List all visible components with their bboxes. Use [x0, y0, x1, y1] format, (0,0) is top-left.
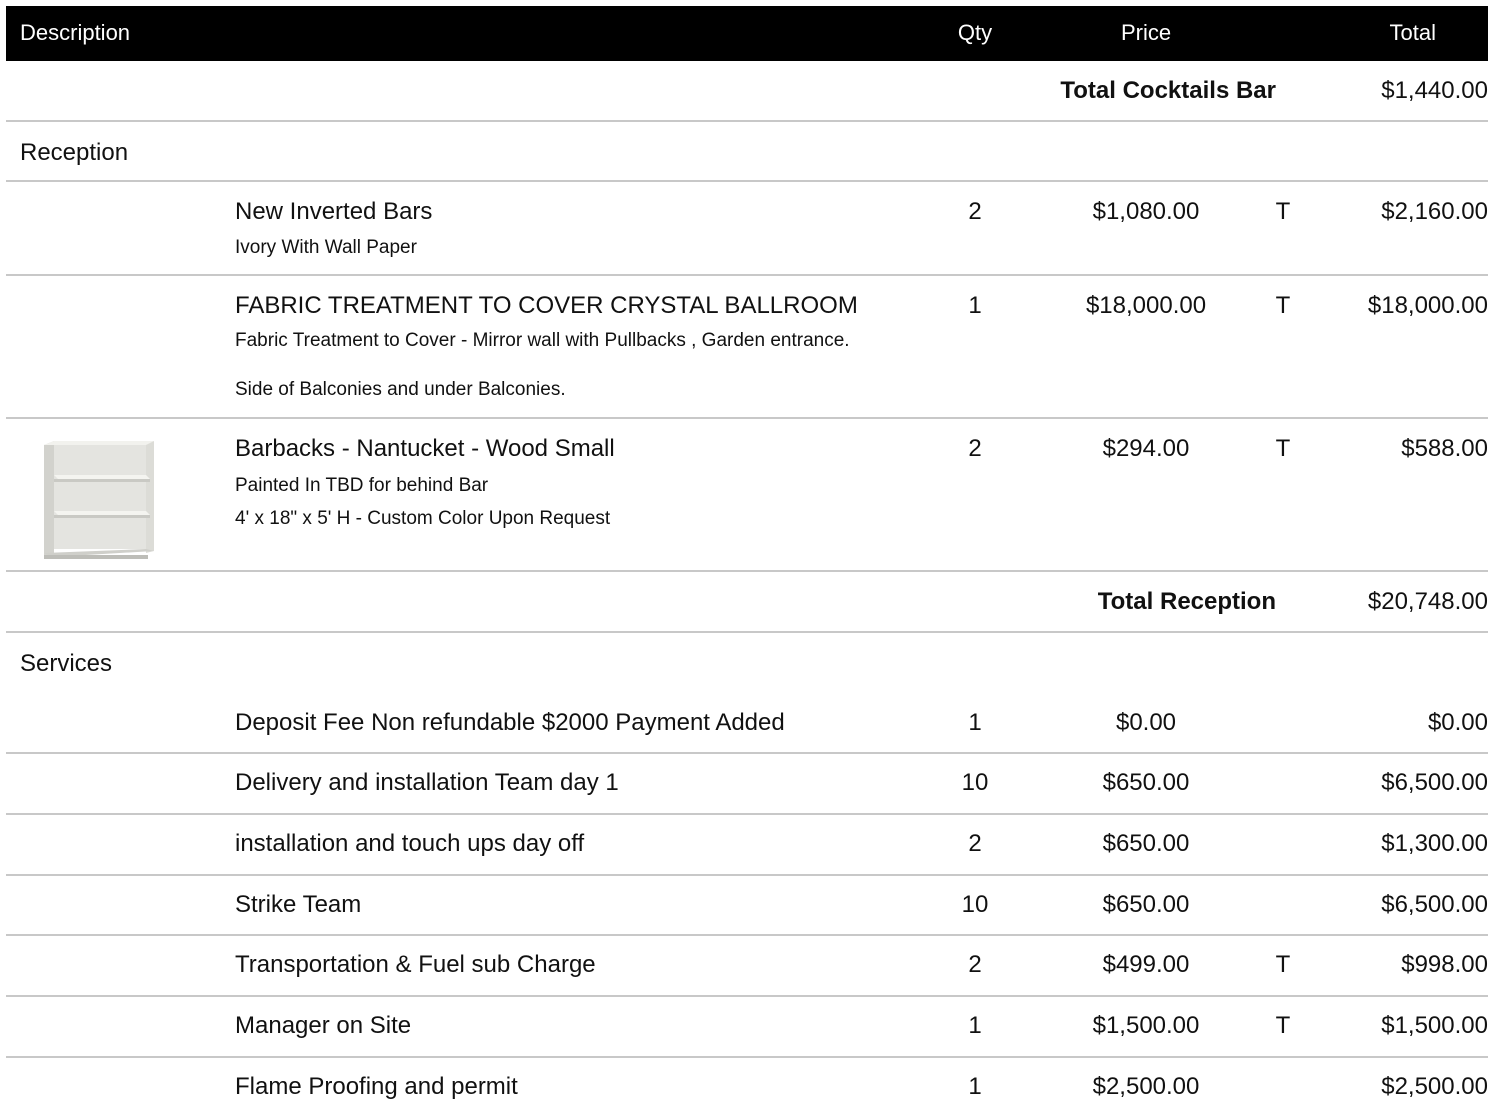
line-items-table: Description Qty Price Total Total Cockta…	[6, 6, 1488, 1102]
item-qty: 1	[968, 1073, 982, 1100]
item-price: $650.00	[1102, 891, 1190, 918]
item-name: Strike Team	[235, 891, 362, 918]
item-description: Fabric Treatment to Cover - Mirror wall …	[235, 330, 850, 351]
item-total: $2,500.00	[1381, 1073, 1488, 1100]
subtotal-amount: $20,748.00	[1367, 588, 1488, 615]
item-name: FABRIC TREATMENT TO COVER CRYSTAL BALLRO…	[235, 292, 858, 319]
group-title: Reception	[20, 139, 129, 166]
item-tax-flag: T	[1275, 198, 1291, 225]
item-description-line2: 4' x 18" x 5' H - Custom Color Upon Requ…	[235, 508, 611, 529]
subtotal-label: Total Cocktails Bar	[1060, 77, 1276, 104]
item-description-line2: Side of Balconies and under Balconies.	[235, 379, 566, 400]
item-qty: 10	[961, 769, 989, 796]
item-description: Painted In TBD for behind Bar	[235, 475, 489, 496]
item-total: $588.00	[1401, 435, 1488, 462]
subtotal-row-reception: Total Reception $20,748.00	[6, 572, 1488, 633]
item-total: $18,000.00	[1367, 292, 1488, 319]
table-row: Delivery and installation Team day 1 10 …	[6, 754, 1488, 815]
item-total: $1,500.00	[1381, 1012, 1488, 1039]
item-qty: 2	[968, 435, 982, 462]
item-price: $294.00	[1102, 435, 1190, 462]
item-tax-flag: T	[1275, 951, 1291, 978]
group-row-reception: Reception	[6, 122, 1488, 182]
table-row: Barbacks - Nantucket - Wood Small Painte…	[6, 419, 1488, 572]
table-row: installation and touch ups day off 2 $65…	[6, 815, 1488, 876]
item-name: Manager on Site	[235, 1012, 412, 1039]
item-total: $1,300.00	[1381, 830, 1488, 857]
item-name: Deposit Fee Non refundable $2000 Payment…	[235, 709, 785, 736]
item-qty: 2	[968, 951, 982, 978]
header-price: Price	[1120, 20, 1172, 45]
item-qty: 10	[961, 891, 989, 918]
item-tax-flag: T	[1275, 1012, 1291, 1039]
item-qty: 2	[968, 830, 982, 857]
item-tax-flag: T	[1275, 292, 1291, 319]
header-total: Total	[1389, 20, 1436, 45]
item-total: $6,500.00	[1381, 769, 1488, 796]
table-row: New Inverted Bars Ivory With Wall Paper …	[6, 182, 1488, 276]
item-total: $998.00	[1401, 951, 1488, 978]
white-shelf-barback-image	[40, 437, 158, 561]
table-row: Manager on Site 1 $1,500.00 T $1,500.00	[6, 997, 1488, 1058]
item-total: $0.00	[1427, 709, 1488, 736]
item-description: Ivory With Wall Paper	[235, 237, 417, 258]
item-qty: 1	[968, 709, 982, 736]
subtotal-row-cocktails-bar: Total Cocktails Bar $1,440.00	[6, 61, 1488, 122]
item-name: Flame Proofing and permit	[235, 1073, 518, 1100]
table-row: Flame Proofing and permit 1 $2,500.00 $2…	[6, 1058, 1488, 1102]
item-price: $650.00	[1102, 769, 1190, 796]
table-row: Transportation & Fuel sub Charge 2 $499.…	[6, 936, 1488, 997]
item-name: Transportation & Fuel sub Charge	[235, 951, 596, 978]
table-row: FABRIC TREATMENT TO COVER CRYSTAL BALLRO…	[6, 276, 1488, 419]
item-tax-flag: T	[1275, 435, 1291, 462]
item-price: $650.00	[1102, 830, 1190, 857]
item-price: $1,080.00	[1092, 198, 1200, 225]
item-qty: 1	[968, 1012, 982, 1039]
table-row: Deposit Fee Non refundable $2000 Payment…	[6, 693, 1488, 754]
header-qty: Qty	[957, 20, 993, 45]
subtotal-label: Total Reception	[1097, 588, 1276, 615]
item-total: $2,160.00	[1381, 198, 1488, 225]
table-header: Description Qty Price Total	[6, 6, 1488, 61]
group-row-services: Services	[6, 633, 1488, 693]
item-total: $6,500.00	[1381, 891, 1488, 918]
invoice-page: Description Qty Price Total Total Cockta…	[0, 0, 1504, 1102]
item-name: installation and touch ups day off	[235, 830, 585, 857]
item-price: $0.00	[1115, 709, 1177, 736]
item-qty: 1	[968, 292, 982, 319]
item-price: $1,500.00	[1092, 1012, 1200, 1039]
group-title: Services	[20, 650, 113, 677]
subtotal-amount: $1,440.00	[1381, 77, 1488, 104]
header-description: Description	[20, 20, 131, 45]
item-name: Barbacks - Nantucket - Wood Small	[235, 435, 615, 462]
table-row: Strike Team 10 $650.00 $6,500.00	[6, 876, 1488, 936]
item-name: Delivery and installation Team day 1	[235, 769, 619, 796]
item-price: $499.00	[1102, 951, 1190, 978]
item-price: $18,000.00	[1085, 292, 1207, 319]
item-name: New Inverted Bars	[235, 198, 433, 225]
item-price: $2,500.00	[1092, 1073, 1200, 1100]
item-qty: 2	[968, 198, 982, 225]
